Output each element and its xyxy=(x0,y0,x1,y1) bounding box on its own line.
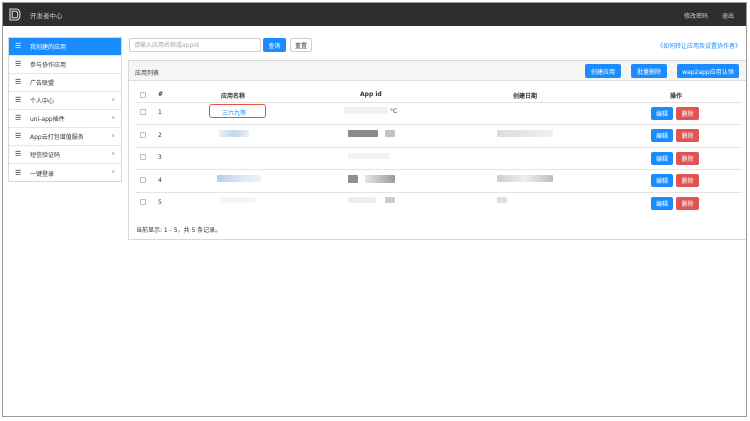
sidebar-item-label: 广告联盟 xyxy=(30,80,55,87)
sidebar-item-label: 一键登录 xyxy=(30,170,55,178)
redacted-app-name xyxy=(219,197,255,203)
dcloud-logo-icon[interactable] xyxy=(9,8,21,21)
menu-icon: ☰ xyxy=(15,150,22,158)
row-checkbox[interactable] xyxy=(140,109,146,115)
redacted-appid xyxy=(385,130,395,137)
sidebar-item-label: App云打包增值服务 xyxy=(30,134,84,141)
reset-button[interactable]: 重置 xyxy=(290,38,312,52)
redacted-app-name xyxy=(217,175,261,182)
sidebar-item-label: 短信验证码 xyxy=(30,152,61,159)
row-index: 2 xyxy=(158,132,162,139)
edit-button[interactable]: 编辑 xyxy=(651,197,673,210)
row-divider xyxy=(135,192,742,193)
sidebar-item-ad-alliance[interactable]: ☰ 广告联盟 xyxy=(9,74,121,92)
transfer-help-link[interactable]: 《如何转让应用及设置协作者》 xyxy=(657,41,741,50)
column-header-appid: App id xyxy=(360,91,382,98)
row-divider xyxy=(135,102,742,103)
row-checkbox[interactable] xyxy=(140,177,146,183)
column-header-created-date: 创建日期 xyxy=(513,93,538,100)
redacted-appid xyxy=(348,153,390,159)
menu-icon: ☰ xyxy=(15,132,22,140)
row-divider xyxy=(135,169,742,170)
top-bar: 开发者中心 修改密码 退出 xyxy=(3,3,746,26)
chevron-down-icon: ∨ xyxy=(111,115,115,121)
chevron-down-icon: ∨ xyxy=(111,133,115,139)
redacted-appid xyxy=(365,175,395,183)
redacted-appid xyxy=(348,175,358,183)
appid-fragment: °C xyxy=(390,108,398,115)
search-input[interactable] xyxy=(129,38,261,52)
menu-icon: ☰ xyxy=(15,42,22,50)
column-header-index: # xyxy=(158,91,164,98)
pagination-summary: 当前显示: 1 - 5，共 5 条记录。 xyxy=(136,227,222,234)
sidebar-item-my-apps[interactable]: ☰ 我创建的应用 xyxy=(9,38,121,56)
delete-button[interactable]: 删除 xyxy=(676,107,699,120)
redacted-appid xyxy=(348,130,378,137)
chevron-down-icon: ∨ xyxy=(111,151,115,157)
sidebar-item-label: 参与协作应用 xyxy=(30,62,67,69)
batch-delete-button[interactable]: 批量删除 xyxy=(631,64,667,78)
row-divider xyxy=(135,147,742,148)
sidebar-item-cloud-build[interactable]: ☰ App云打包增值服务 ∨ xyxy=(9,128,121,146)
redacted-appid xyxy=(385,197,395,203)
browser-frame: 开发者中心 修改密码 退出 ☰ 我创建的应用 ☰ 参与协作应用 ☰ 广告联盟 ☰… xyxy=(2,2,747,417)
wap2app-claim-button[interactable]: wap2app应用认领 xyxy=(677,64,739,78)
menu-icon: ☰ xyxy=(15,60,22,68)
redacted-created-date xyxy=(497,175,553,182)
edit-button[interactable]: 编辑 xyxy=(651,152,673,165)
chevron-down-icon: ∨ xyxy=(111,97,115,103)
edit-button[interactable]: 编辑 xyxy=(651,129,673,142)
delete-button[interactable]: 删除 xyxy=(676,197,699,210)
row-index: 4 xyxy=(158,177,162,184)
logout-link[interactable]: 退出 xyxy=(722,11,734,20)
row-checkbox[interactable] xyxy=(140,154,146,160)
column-header-app-name: 应用名称 xyxy=(221,93,246,100)
menu-icon: ☰ xyxy=(15,114,22,122)
sidebar-item-uni-app-plugins[interactable]: ☰ uni-app插件 ∨ xyxy=(9,110,121,128)
sidebar-item-label: uni-app插件 xyxy=(30,116,65,123)
delete-button[interactable]: 删除 xyxy=(676,129,699,142)
app-title: 开发者中心 xyxy=(30,12,63,20)
app-list-panel: 应用列表 创建应用 批量删除 wap2app应用认领 # 应用名称 App id… xyxy=(128,60,746,240)
row-divider xyxy=(135,124,742,125)
redacted-appid xyxy=(348,197,376,203)
sidebar-item-sms[interactable]: ☰ 短信验证码 ∨ xyxy=(9,146,121,164)
menu-icon: ☰ xyxy=(15,168,22,177)
sidebar-item-personal-center[interactable]: ☰ 个人中心 ∨ xyxy=(9,92,121,110)
query-button[interactable]: 查询 xyxy=(263,38,286,52)
menu-icon: ☰ xyxy=(15,96,22,104)
edit-button[interactable]: 编辑 xyxy=(651,107,673,120)
row-index: 5 xyxy=(158,199,162,206)
create-app-button[interactable]: 创建应用 xyxy=(585,64,621,78)
chevron-down-icon: ∨ xyxy=(111,169,115,175)
sidebar-item-one-click-login[interactable]: ☰ 一键登录 ∨ xyxy=(9,164,121,182)
menu-icon: ☰ xyxy=(15,78,22,86)
row-checkbox[interactable] xyxy=(140,199,146,205)
sidebar-item-label: 我创建的应用 xyxy=(30,44,67,51)
panel-title: 应用列表 xyxy=(135,70,160,77)
delete-button[interactable]: 删除 xyxy=(676,152,699,165)
delete-button[interactable]: 删除 xyxy=(676,174,699,187)
redacted-app-name xyxy=(219,130,249,137)
select-all-checkbox[interactable] xyxy=(140,92,146,98)
redacted-appid xyxy=(344,107,388,114)
row-index: 1 xyxy=(158,109,162,116)
sidebar: ☰ 我创建的应用 ☰ 参与协作应用 ☰ 广告联盟 ☰ 个人中心 ∨ ☰ uni-… xyxy=(8,37,122,182)
edit-button[interactable]: 编辑 xyxy=(651,174,673,187)
row-checkbox[interactable] xyxy=(140,132,146,138)
sidebar-item-label: 个人中心 xyxy=(30,98,55,105)
sidebar-item-collab-apps[interactable]: ☰ 参与协作应用 xyxy=(9,56,121,74)
column-header-actions: 操作 xyxy=(670,93,683,100)
change-password-link[interactable]: 修改密码 xyxy=(684,11,708,20)
row-index: 3 xyxy=(158,154,162,161)
redacted-created-date xyxy=(497,130,553,137)
redacted-created-date xyxy=(497,197,507,203)
panel-header: 应用列表 创建应用 批量删除 wap2app应用认领 xyxy=(129,61,746,81)
highlight-annotation xyxy=(209,104,266,118)
